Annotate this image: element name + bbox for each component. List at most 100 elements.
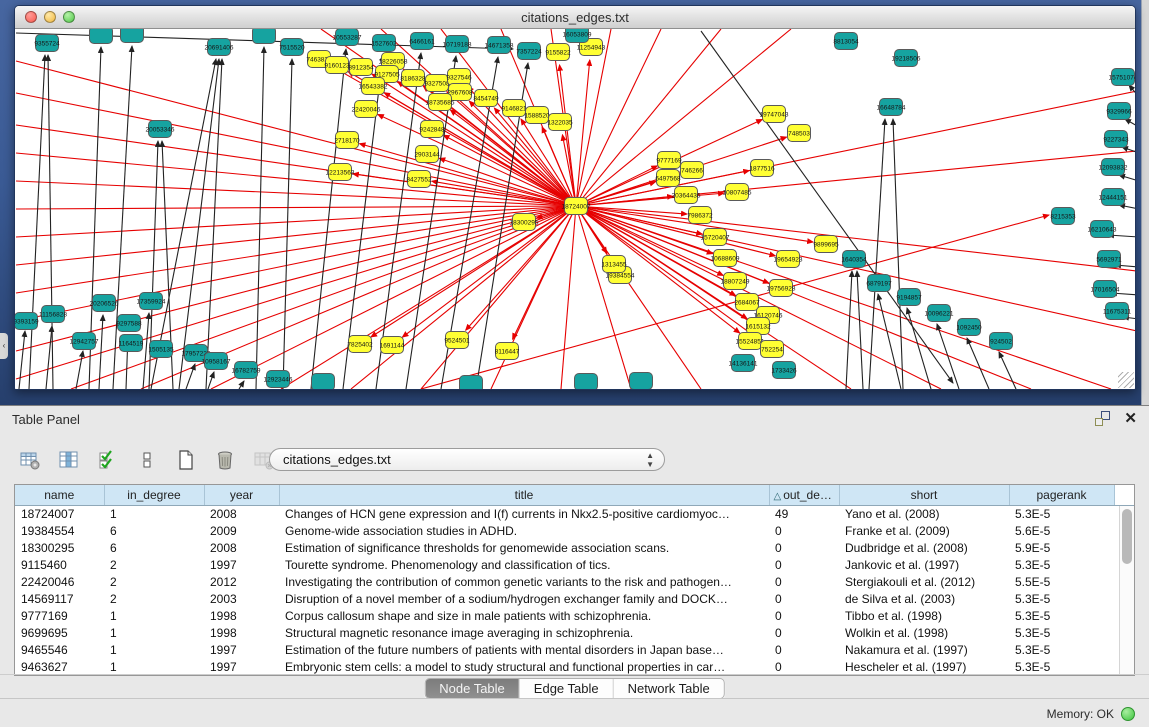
graph-edge[interactable] (576, 206, 631, 389)
cell-title[interactable]: Embryonic stem cells: a model to study s… (279, 658, 769, 675)
row-height-icon[interactable] (133, 446, 161, 474)
cell-in_degree[interactable]: 1 (104, 505, 204, 522)
cell-pagerank[interactable]: 5.3E-5 (1009, 607, 1114, 624)
cell-year[interactable]: 2008 (204, 539, 279, 556)
cell-short[interactable]: Jankovic et al. (1997) (839, 556, 1009, 573)
cell-out_degree[interactable]: 0 (769, 522, 839, 539)
cell-pagerank[interactable]: 5.3E-5 (1009, 590, 1114, 607)
cell-pagerank[interactable]: 5.6E-5 (1009, 522, 1114, 539)
graph-edge[interactable] (46, 326, 52, 389)
graph-edge[interactable] (893, 119, 903, 389)
cell-title[interactable]: Tourette syndrome. Phenomenology and cla… (279, 556, 769, 573)
cell-out_degree[interactable]: 0 (769, 658, 839, 675)
cell-year[interactable]: 2008 (204, 505, 279, 522)
cell-out_degree[interactable]: 0 (769, 573, 839, 590)
table-scrollbar[interactable] (1119, 506, 1134, 675)
cell-in_degree[interactable]: 6 (104, 522, 204, 539)
tab-edge-table[interactable]: Edge Table (520, 679, 614, 698)
table-row[interactable]: 1830029562008Estimation of significance … (15, 539, 1134, 556)
delete-column-icon[interactable] (211, 446, 239, 474)
table-selector-dropdown[interactable]: citations_edges.txt ▲▼ (269, 448, 665, 471)
table-row[interactable]: 1872400712008Changes of HCN gene express… (15, 505, 1134, 522)
column-header-title[interactable]: title (279, 485, 769, 505)
graph-edge[interactable] (16, 206, 576, 293)
cell-name[interactable]: 9463627 (15, 658, 104, 675)
cell-in_degree[interactable]: 6 (104, 539, 204, 556)
graph-node[interactable] (575, 374, 598, 390)
table-row[interactable]: 911546021997Tourette syndrome. Phenomeno… (15, 556, 1134, 573)
cell-pagerank[interactable]: 5.3E-5 (1009, 658, 1114, 675)
graph-node[interactable] (460, 376, 483, 390)
cell-out_degree[interactable]: 0 (769, 624, 839, 641)
memory-status-indicator[interactable] (1121, 707, 1135, 721)
column-header-pagerank[interactable]: pagerank (1009, 485, 1114, 505)
graph-edge[interactable] (878, 294, 901, 389)
graph-edge[interactable] (206, 59, 222, 389)
graph-edge[interactable] (76, 351, 83, 389)
column-header-out_degree[interactable]: △out_de… (769, 485, 839, 505)
graph-edge[interactable] (869, 119, 885, 389)
tab-node-table[interactable]: Node Table (425, 679, 520, 698)
cell-title[interactable]: Disruption of a novel member of a sodium… (279, 590, 769, 607)
cell-title[interactable]: Structural magnetic resonance image aver… (279, 624, 769, 641)
graph-edge[interactable] (846, 271, 852, 389)
cell-year[interactable]: 1997 (204, 556, 279, 573)
cell-name[interactable]: 14569117 (15, 590, 104, 607)
cell-pagerank[interactable]: 5.9E-5 (1009, 539, 1114, 556)
graph-edge[interactable] (29, 55, 45, 389)
table-row[interactable]: 1938455462009Genome-wide association stu… (15, 522, 1134, 539)
cell-in_degree[interactable]: 1 (104, 624, 204, 641)
cell-in_degree[interactable]: 1 (104, 641, 204, 658)
cell-year[interactable]: 2003 (204, 590, 279, 607)
table-row[interactable]: 969969511998Structural magnetic resonanc… (15, 624, 1134, 641)
cell-short[interactable]: Dudbridge et al. (2008) (839, 539, 1009, 556)
graph-edge[interactable] (16, 206, 576, 209)
create-column-icon[interactable] (172, 446, 200, 474)
cell-year[interactable]: 1998 (204, 624, 279, 641)
graph-edge[interactable] (208, 372, 214, 389)
column-header-name[interactable]: name (15, 485, 104, 505)
cell-short[interactable]: Stergiakouli et al. (2012) (839, 573, 1009, 590)
graph-edge[interactable] (283, 59, 292, 389)
cell-year[interactable]: 1998 (204, 607, 279, 624)
graph-node[interactable] (312, 374, 335, 390)
cell-in_degree[interactable]: 2 (104, 556, 204, 573)
cell-in_degree[interactable]: 1 (104, 607, 204, 624)
cell-short[interactable]: Hescheler et al. (1997) (839, 658, 1009, 675)
cell-title[interactable]: Genome-wide association studies in ADHD. (279, 522, 769, 539)
cell-title[interactable]: Estimation of the future numbers of pati… (279, 641, 769, 658)
cell-title[interactable]: Changes of HCN gene expression and I(f) … (279, 505, 769, 522)
cell-pagerank[interactable]: 5.3E-5 (1009, 505, 1114, 522)
close-panel-icon[interactable]: ✕ (1124, 411, 1137, 426)
table-settings-icon[interactable] (16, 446, 44, 474)
graph-edge[interactable] (239, 381, 244, 389)
cell-name[interactable]: 18300295 (15, 539, 104, 556)
table-row[interactable]: 946362711997Embryonic stem cells: a mode… (15, 658, 1134, 675)
cell-short[interactable]: Wolkin et al. (1998) (839, 624, 1009, 641)
cell-name[interactable]: 9115460 (15, 556, 104, 573)
graph-edge[interactable] (281, 206, 576, 389)
cell-year[interactable]: 1997 (204, 658, 279, 675)
graph-node[interactable] (253, 29, 276, 44)
cell-short[interactable]: Franke et al. (2009) (839, 522, 1009, 539)
graph-edge[interactable] (907, 308, 931, 389)
graph-edge[interactable] (576, 206, 701, 389)
cell-out_degree[interactable]: 0 (769, 641, 839, 658)
cell-name[interactable]: 19384554 (15, 522, 104, 539)
graph-edge[interactable] (576, 206, 740, 333)
window-resize-grip[interactable] (1118, 372, 1134, 388)
cell-short[interactable]: Yano et al. (2008) (839, 505, 1009, 522)
graph-node[interactable] (90, 29, 113, 44)
graph-edge[interactable] (351, 206, 576, 389)
cell-out_degree[interactable]: 49 (769, 505, 839, 522)
cell-pagerank[interactable]: 5.3E-5 (1009, 556, 1114, 573)
cell-in_degree[interactable]: 2 (104, 573, 204, 590)
cell-name[interactable]: 18724007 (15, 505, 104, 522)
cell-short[interactable]: Nakamura et al. (1997) (839, 641, 1009, 658)
cell-pagerank[interactable]: 5.3E-5 (1009, 624, 1114, 641)
column-header-short[interactable]: short (839, 485, 1009, 505)
graph-edge[interactable] (19, 331, 25, 389)
graph-edge[interactable] (1125, 119, 1135, 127)
cell-title[interactable]: Estimation of significance thresholds fo… (279, 539, 769, 556)
show-columns-icon[interactable] (55, 446, 83, 474)
